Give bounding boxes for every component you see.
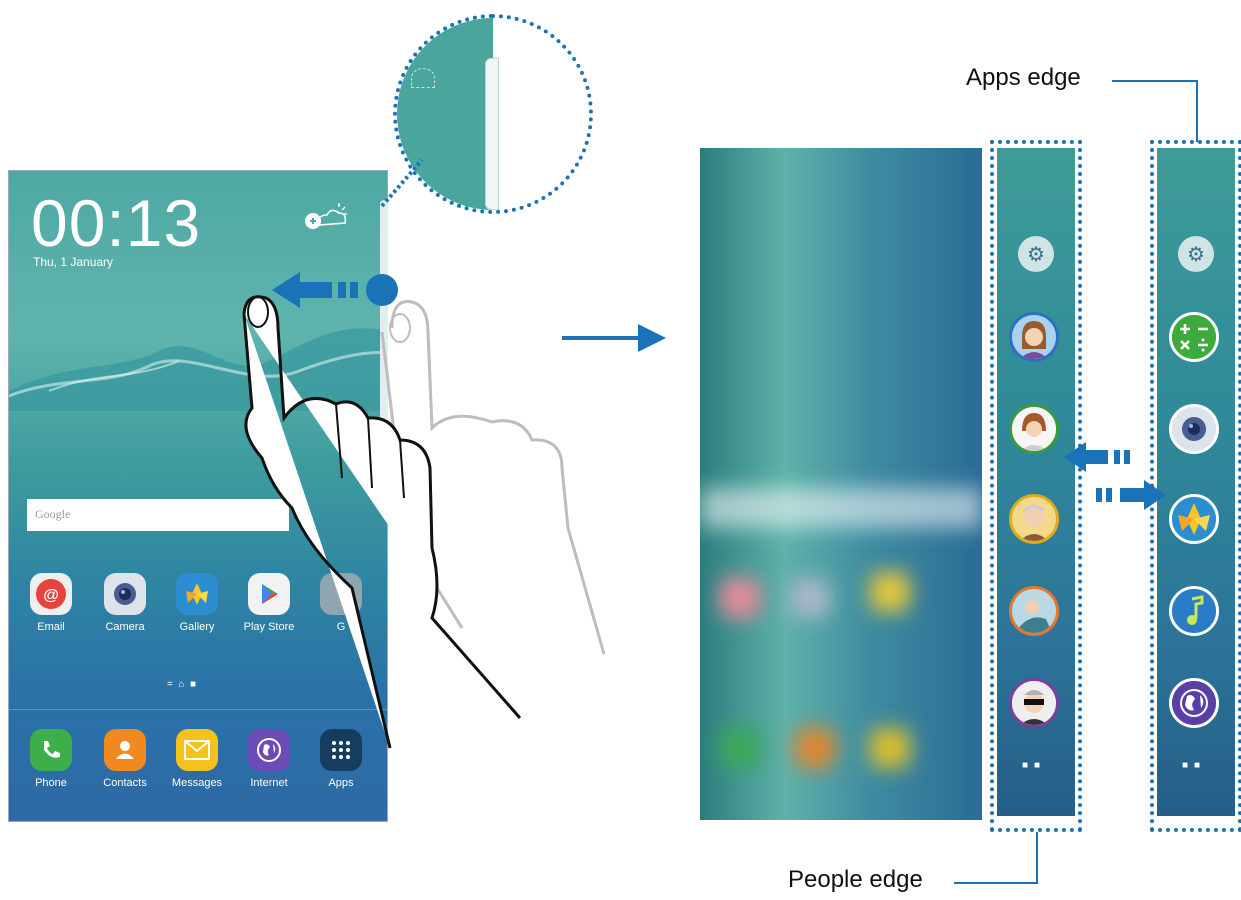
app-label: Phone	[35, 777, 67, 789]
finger-swipe-illustration	[242, 295, 606, 749]
app-camera[interactable]: Camera	[93, 573, 157, 633]
contact-avatar-icon[interactable]	[1009, 312, 1059, 362]
app-label: Messages	[171, 777, 223, 789]
magnifier-connector	[380, 158, 424, 208]
app-label: Contacts	[103, 777, 147, 789]
calculator-icon[interactable]	[1169, 312, 1219, 362]
settings-gear-icon[interactable]: ⚙	[1178, 236, 1214, 272]
svg-text:@: @	[43, 587, 59, 604]
switch-right-arrow	[1096, 480, 1166, 510]
phone-icon	[30, 729, 72, 771]
edge-screen-phone	[700, 148, 982, 820]
app-label: Apps	[328, 777, 354, 789]
blurred-search-bar	[700, 488, 982, 528]
messages-icon	[176, 729, 218, 771]
gallery-icon	[176, 573, 218, 615]
page-indicator: = ⌂ ■	[167, 679, 197, 690]
camera-icon	[104, 573, 146, 615]
switch-left-arrow	[1064, 442, 1130, 472]
people-edge-page-indicator: ■■	[1022, 760, 1047, 771]
clock: 00:13	[31, 186, 202, 260]
settings-gear-icon[interactable]: ⚙	[1018, 236, 1054, 272]
dock-phone[interactable]: Phone	[19, 729, 83, 789]
people-edge-callout: People edge	[788, 866, 923, 893]
apps-edge-page-indicator: ■■	[1182, 760, 1207, 771]
search-placeholder: Google	[35, 507, 71, 521]
people-edge-leader-v	[1036, 832, 1038, 884]
camera-icon[interactable]	[1169, 404, 1219, 454]
app-email[interactable]: @ Email	[19, 573, 83, 633]
app-label: Internet	[250, 777, 288, 789]
app-label: Email	[37, 621, 65, 633]
email-icon: @	[30, 573, 72, 615]
app-label: Gallery	[179, 621, 215, 633]
dock-messages[interactable]: Messages	[165, 729, 229, 789]
contact-avatar-icon[interactable]	[1009, 586, 1059, 636]
gallery-icon[interactable]	[1169, 494, 1219, 544]
people-edge-leader-h	[954, 882, 1038, 884]
contact-avatar-icon[interactable]	[1009, 678, 1059, 728]
music-icon[interactable]	[1169, 586, 1219, 636]
app-gallery[interactable]: Gallery	[165, 573, 229, 633]
internet-icon[interactable]	[1169, 678, 1219, 728]
contact-avatar-icon[interactable]	[1009, 494, 1059, 544]
contact-avatar-icon[interactable]	[1009, 404, 1059, 454]
apps-edge-leader-v	[1196, 80, 1198, 142]
dock-contacts[interactable]: Contacts	[93, 729, 157, 789]
apps-edge-callout: Apps edge	[966, 64, 1081, 91]
contacts-icon	[104, 729, 146, 771]
app-label: Camera	[105, 621, 145, 633]
weather-icon[interactable]	[301, 201, 349, 235]
apps-edge-leader-h	[1112, 80, 1198, 82]
transition-arrow	[562, 324, 666, 352]
date-label: Thu, 1 January	[33, 255, 114, 269]
